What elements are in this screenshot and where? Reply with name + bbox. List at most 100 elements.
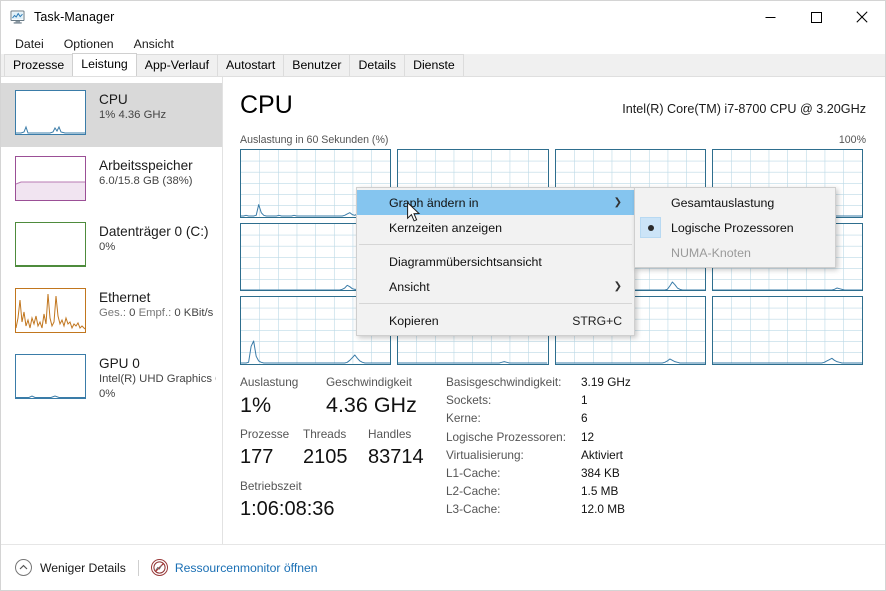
less-details-button[interactable]: Weniger Details	[15, 559, 126, 576]
context-menu-item-ansicht[interactable]: Ansicht ❯	[357, 274, 634, 299]
eth-sent-label: Ges.:	[99, 307, 130, 319]
sidebar-item-sublabel: 0%	[99, 241, 116, 253]
chevron-up-circle-icon	[15, 559, 32, 576]
sidebar-item-sublabel: 1% 4.36 GHz	[99, 109, 167, 121]
context-menu-item-kernzeiten-anzeigen[interactable]: Kernzeiten anzeigen	[357, 215, 634, 240]
context-menu-separator	[359, 303, 632, 304]
cpu-thumbnail-graph	[15, 90, 86, 135]
sidebar-cpu-text: CPU 1% 4.36 GHz	[99, 90, 166, 123]
stats-details: Basisgeschwindigkeit: 3.19 GHz Sockets: 1 …	[446, 373, 676, 519]
threads-value: 2105	[303, 446, 348, 468]
cpu-model-label: Intel(R) Core(TM) i7-8700 CPU @ 3.20GHz	[622, 102, 866, 116]
graph-type-submenu[interactable]: Gesamtauslastung Logische Prozessoren NU…	[634, 187, 836, 268]
detail-key: Basisgeschwindigkeit:	[446, 375, 562, 389]
context-menu-separator	[359, 244, 632, 245]
resource-monitor-icon	[150, 559, 168, 576]
detail-value: 1	[581, 393, 588, 408]
cpu-core-graph[interactable]	[711, 296, 863, 365]
submenu-item-logische-prozessoren[interactable]: Logische Prozessoren	[635, 215, 835, 240]
sidebar-item-label: GPU 0	[99, 356, 140, 371]
context-menu-item-label: Ansicht	[389, 279, 430, 294]
graph-caption-label: Auslastung in 60 Sekunden (%)	[240, 134, 389, 146]
sidebar-memory-text: Arbeitsspeicher 6.0/15.8 GB (38%)	[99, 156, 193, 189]
task-manager-window: Task-Manager Datei Optionen Ansicht Proz…	[0, 0, 886, 591]
tab-details[interactable]: Details	[349, 54, 406, 76]
sidebar-item-disk[interactable]: Datenträger 0 (C:) 0%	[1, 215, 222, 279]
detail-key: L1-Cache:	[446, 466, 501, 481]
close-button[interactable]	[839, 1, 885, 33]
tab-leistung[interactable]: Leistung	[72, 53, 137, 76]
context-menu-item-kopieren[interactable]: Kopieren STRG+C	[357, 308, 634, 333]
sidebar-disk-text: Datenträger 0 (C:) 0%	[99, 222, 209, 255]
eth-recv-value: 0 KBit/s	[174, 307, 214, 319]
detail-key: Logische Prozessoren:	[446, 429, 567, 444]
detail-key: L3-Cache:	[446, 502, 501, 517]
tab-benutzer[interactable]: Benutzer	[283, 54, 351, 76]
context-menu[interactable]: Graph ändern in ❯ Kernzeiten anzeigen Di…	[356, 187, 635, 336]
context-menu-item-diagrammuebersichtsansicht[interactable]: Diagrammübersichtsansicht	[357, 249, 634, 274]
menu-item-ansicht[interactable]: Ansicht	[125, 35, 183, 53]
resource-sidebar[interactable]: CPU 1% 4.36 GHz Arbeitsspeicher 6.0/15.8…	[1, 77, 223, 544]
menu-bar: Datei Optionen Ansicht	[1, 33, 885, 54]
detail-value: 12.0 MB	[581, 502, 625, 517]
tab-dienste[interactable]: Dienste	[404, 54, 464, 76]
tab-app-verlauf[interactable]: App-Verlauf	[135, 54, 219, 76]
context-menu-item-label: Graph ändern in	[389, 195, 479, 210]
graph-max-label: 100%	[838, 134, 866, 146]
submenu-item-gesamtauslastung[interactable]: Gesamtauslastung	[635, 190, 835, 215]
submenu-item-label: Logische Prozessoren	[671, 220, 794, 235]
detail-row: Sockets: 1	[446, 391, 676, 409]
sidebar-item-cpu[interactable]: CPU 1% 4.36 GHz	[1, 83, 222, 147]
submenu-item-label: NUMA-Knoten	[671, 245, 751, 260]
maximize-button[interactable]	[793, 1, 839, 33]
sidebar-item-memory[interactable]: Arbeitsspeicher 6.0/15.8 GB (38%)	[1, 149, 222, 213]
menu-item-optionen[interactable]: Optionen	[55, 35, 123, 53]
chevron-right-icon: ❯	[613, 281, 622, 292]
detail-row: L3-Cache: 12.0 MB	[446, 500, 676, 518]
graph-caption-row: Auslastung in 60 Sekunden (%) 100%	[240, 133, 866, 147]
status-bar: Weniger Details Ressourcenmonitor öffnen	[1, 544, 885, 590]
speed-value: 4.36 GHz	[326, 393, 417, 417]
chevron-right-icon: ❯	[613, 197, 622, 208]
context-menu-item-label: Kopieren	[389, 313, 439, 328]
processes-label: Prozesse	[240, 427, 290, 441]
detail-key: Virtualisierung:	[446, 447, 524, 462]
tab-prozesse[interactable]: Prozesse	[4, 54, 74, 76]
sidebar-item-label: Arbeitsspeicher	[99, 158, 193, 173]
menu-item-datei[interactable]: Datei	[6, 35, 53, 53]
sidebar-item-sublabel: Ges.: 0 Empf.: 0 KBit/s	[99, 306, 213, 321]
detail-row: Basisgeschwindigkeit: 3.19 GHz	[446, 373, 676, 391]
context-menu-item-graph-aendern-in[interactable]: Graph ändern in ❯	[357, 190, 634, 215]
sidebar-item-gpu[interactable]: GPU 0 Intel(R) UHD Graphics 6… 0%	[1, 347, 222, 411]
memory-thumbnail-graph	[15, 156, 86, 201]
ethernet-thumbnail-graph	[15, 288, 86, 333]
window-controls	[747, 1, 885, 33]
detail-key: Kerne:	[446, 411, 481, 426]
detail-row: L2-Cache: 1.5 MB	[446, 482, 676, 500]
sidebar-item-label: Ethernet	[99, 290, 151, 305]
context-menu-item-label: Kernzeiten anzeigen	[389, 220, 502, 235]
context-menu-item-label: Diagrammübersichtsansicht	[389, 254, 542, 269]
threads-label: Threads	[303, 427, 347, 441]
tab-autostart[interactable]: Autostart	[217, 54, 285, 76]
sidebar-item-label: CPU	[99, 92, 128, 107]
utilization-value: 1%	[240, 393, 272, 417]
radio-checked-icon	[640, 217, 661, 238]
disk-thumbnail-graph	[15, 222, 86, 267]
status-divider	[137, 559, 139, 576]
stats-area: Auslastung 1% Geschwindigkeit 4.36 GHz P…	[240, 373, 880, 523]
uptime-value: 1:06:08:36	[240, 498, 335, 520]
tab-bar: Prozesse Leistung App-Verlauf Autostart …	[1, 53, 885, 77]
sidebar-gpu-text: GPU 0 Intel(R) UHD Graphics 6… 0%	[99, 354, 216, 401]
gpu-thumbnail-graph	[15, 354, 86, 399]
window-title: Task-Manager	[34, 10, 115, 24]
speed-label: Geschwindigkeit	[326, 375, 412, 389]
minimize-button[interactable]	[747, 1, 793, 33]
uptime-label: Betriebszeit	[240, 479, 302, 493]
sidebar-item-ethernet[interactable]: Ethernet Ges.: 0 Empf.: 0 KBit/s	[1, 281, 222, 345]
resource-monitor-link[interactable]: Ressourcenmonitor öffnen	[150, 559, 318, 576]
taskmanager-icon	[10, 9, 26, 25]
submenu-item-label: Gesamtauslastung	[671, 195, 775, 210]
less-details-label: Weniger Details	[40, 560, 126, 575]
detail-key: Sockets:	[446, 393, 492, 408]
